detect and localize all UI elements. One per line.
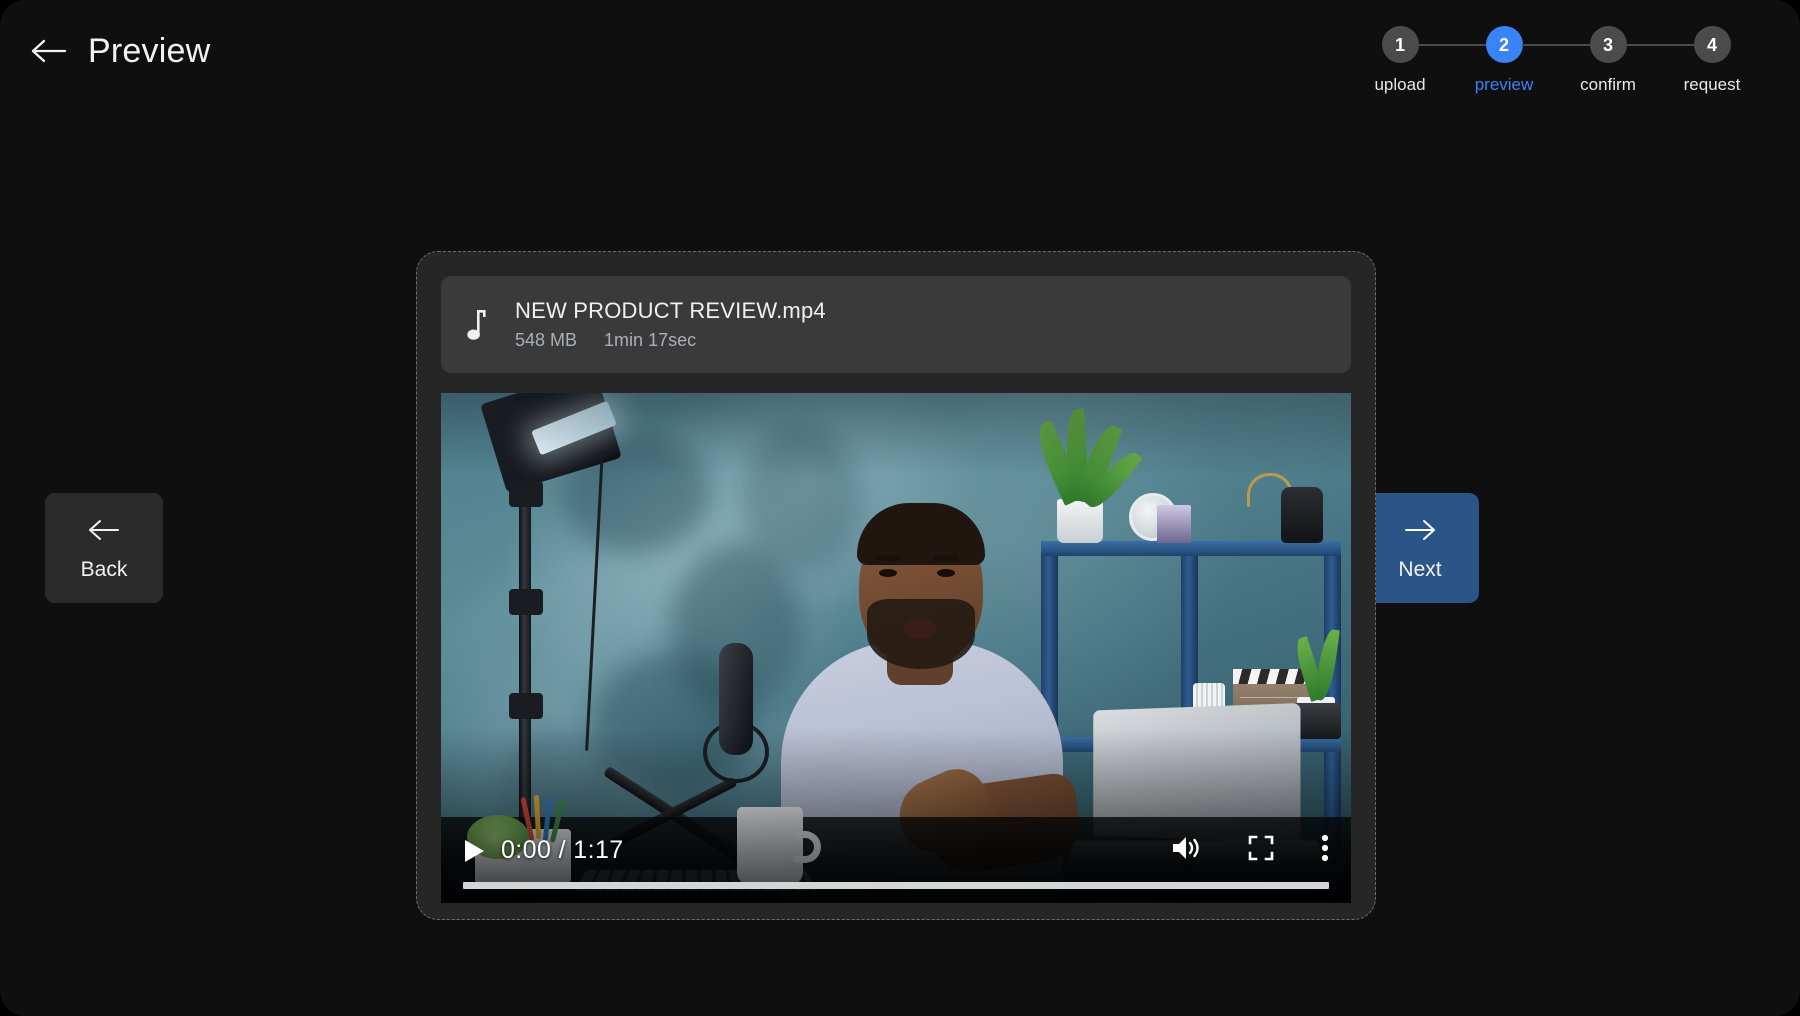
video-progress-bar[interactable] <box>463 882 1329 889</box>
file-name: NEW PRODUCT REVIEW.mp4 <box>515 298 826 323</box>
file-info-card: NEW PRODUCT REVIEW.mp4 548 MB 1min 17sec <box>441 276 1351 373</box>
next-button[interactable]: Next <box>1361 493 1479 603</box>
step-upload[interactable]: 1 upload <box>1348 26 1452 93</box>
music-note-icon <box>467 309 489 341</box>
video-player[interactable]: 0:00 / 1:17 <box>441 393 1351 903</box>
step-number: 3 <box>1589 26 1627 63</box>
step-confirm[interactable]: 3 confirm <box>1556 26 1660 93</box>
page-header: Preview 1 upload 2 preview 3 confirm 4 r… <box>0 0 1800 120</box>
file-duration: 1min 17sec <box>604 330 697 350</box>
video-controls: 0:00 / 1:17 <box>441 811 1351 903</box>
progress-stepper: 1 upload 2 preview 3 confirm 4 request <box>1348 26 1764 93</box>
step-label: preview <box>1474 75 1534 94</box>
step-label: request <box>1683 75 1741 94</box>
step-number: 4 <box>1693 26 1731 63</box>
next-button-label: Next <box>1398 557 1442 581</box>
step-number: 1 <box>1381 26 1419 63</box>
step-preview[interactable]: 2 preview <box>1452 26 1556 93</box>
more-vertical-icon[interactable] <box>1321 834 1329 867</box>
file-size: 548 MB <box>515 330 578 350</box>
step-label: upload <box>1374 75 1426 94</box>
step-request[interactable]: 4 request <box>1660 26 1764 93</box>
video-controls-right <box>1171 834 1329 867</box>
video-time-display: 0:00 / 1:17 <box>501 836 624 864</box>
step-label: confirm <box>1580 75 1636 94</box>
preview-screen: Preview 1 upload 2 preview 3 confirm 4 r… <box>0 0 1800 1016</box>
play-icon[interactable] <box>463 839 485 863</box>
step-number: 2 <box>1485 26 1523 63</box>
volume-high-icon[interactable] <box>1171 835 1201 866</box>
header-back-nav[interactable]: Preview <box>30 34 210 68</box>
fullscreen-icon[interactable] <box>1248 835 1274 866</box>
page-title: Preview <box>88 32 211 70</box>
arrow-left-icon <box>30 36 68 66</box>
preview-card: NEW PRODUCT REVIEW.mp4 548 MB 1min 17sec <box>416 251 1376 920</box>
back-button[interactable]: Back <box>45 493 163 603</box>
arrow-left-icon <box>87 517 121 543</box>
file-meta: 548 MB 1min 17sec <box>515 331 826 349</box>
file-text: NEW PRODUCT REVIEW.mp4 548 MB 1min 17sec <box>515 298 826 350</box>
arrow-right-icon <box>1403 517 1437 543</box>
back-button-label: Back <box>80 557 128 581</box>
